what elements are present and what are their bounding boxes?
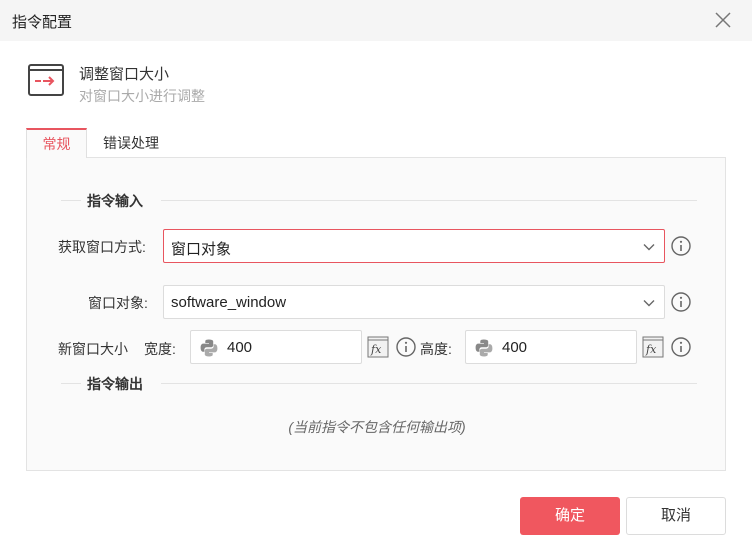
section-divider — [161, 383, 697, 384]
window-object-label: 窗口对象: — [88, 295, 148, 311]
cancel-button[interactable]: 取消 — [626, 497, 726, 535]
section-divider — [61, 383, 81, 384]
info-icon[interactable] — [670, 336, 692, 358]
command-name: 调整窗口大小 — [79, 66, 170, 83]
chevron-down-icon — [643, 244, 655, 251]
info-icon[interactable] — [670, 235, 692, 257]
chevron-down-icon — [643, 300, 655, 307]
info-icon[interactable] — [670, 291, 692, 313]
python-icon — [200, 339, 218, 357]
width-value: 400 — [227, 339, 253, 356]
input-section-title: 指令输入 — [87, 193, 143, 209]
general-panel: 指令输入 获取窗口方式: 窗口对象 窗口对象: software_window … — [26, 157, 726, 471]
method-select-value: 窗口对象 — [171, 241, 232, 258]
height-input[interactable]: 400 — [465, 330, 637, 364]
dialog-title: 指令配置 — [12, 14, 73, 31]
section-divider — [161, 200, 697, 201]
confirm-button[interactable]: 确定 — [520, 497, 620, 535]
tab-error-handling[interactable]: 错误处理 — [95, 128, 167, 158]
dialog-titlebar: 指令配置 — [0, 0, 752, 41]
height-value: 400 — [502, 339, 528, 356]
window-size-label: 新窗口大小 — [58, 341, 128, 357]
fx-icon[interactable]: fx — [367, 336, 389, 358]
window-object-value: software_window — [171, 294, 287, 311]
python-icon — [475, 339, 493, 357]
output-section-title: 指令输出 — [87, 376, 143, 392]
svg-text:fx: fx — [645, 343, 657, 356]
width-input[interactable]: 400 — [190, 330, 362, 364]
width-label: 宽度: — [144, 341, 176, 357]
window-resize-icon — [28, 64, 64, 96]
height-label: 高度: — [420, 341, 452, 357]
fx-icon[interactable]: fx — [642, 336, 664, 358]
tab-general[interactable]: 常规 — [26, 128, 87, 158]
method-select[interactable]: 窗口对象 — [163, 229, 665, 263]
command-description: 对窗口大小进行调整 — [79, 88, 205, 104]
section-divider — [61, 200, 81, 201]
method-label: 获取窗口方式: — [58, 239, 146, 255]
empty-output-message: (当前指令不包含任何输出项) — [288, 419, 466, 435]
close-icon[interactable] — [712, 9, 734, 31]
window-object-select[interactable]: software_window — [163, 285, 665, 319]
svg-text:fx: fx — [370, 343, 382, 356]
info-icon[interactable] — [395, 336, 417, 358]
